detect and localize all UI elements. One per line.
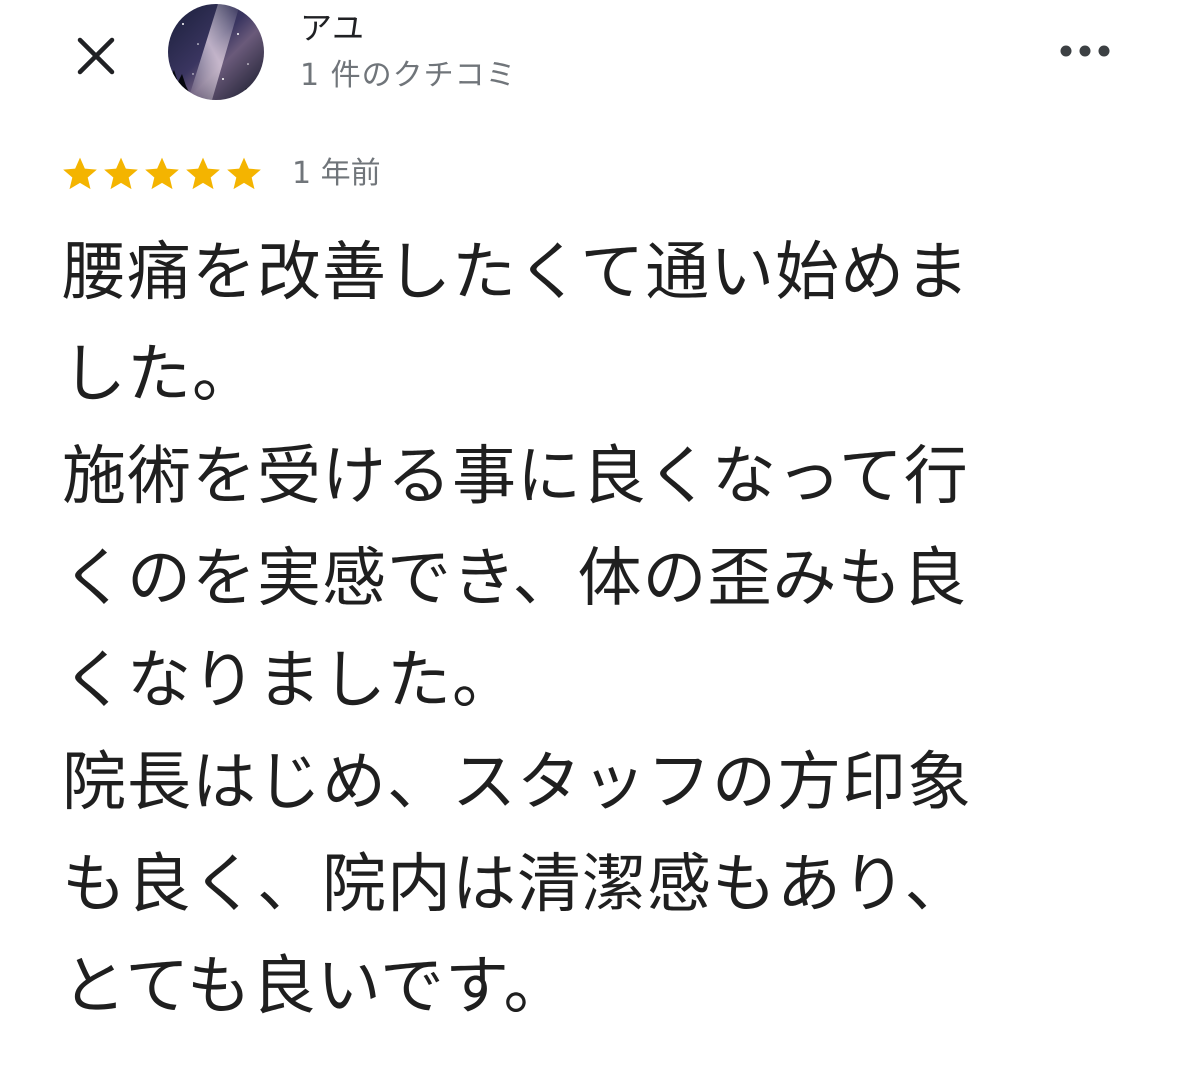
close-button[interactable]	[62, 22, 130, 90]
review-text-line: とても良いです。	[62, 950, 569, 1024]
review-text-line: した。	[62, 338, 257, 412]
star-icon	[63, 157, 97, 190]
avatar[interactable]	[168, 4, 264, 100]
more-horizontal-icon	[1060, 45, 1110, 57]
star-icon	[227, 157, 261, 190]
more-options-button[interactable]	[1050, 26, 1120, 76]
review-text-line: 院長はじめ、スタッフの方印象	[62, 746, 972, 820]
review-text-line: 腰痛を改善したくて通い始めま	[62, 236, 971, 310]
starry-night-avatar	[168, 4, 264, 100]
review-text-line: くなりました。	[62, 644, 517, 718]
star-icon	[186, 157, 220, 190]
review-text-line: 施術を受ける事に良くなって行	[62, 440, 969, 514]
review-date: 1 年前	[292, 156, 381, 191]
star-rating	[60, 152, 264, 196]
review-text-line: も良く、院内は清潔感もあり、	[62, 848, 970, 922]
review-count: 1 件のクチコミ	[300, 58, 517, 93]
review-text: 腰痛を改善したくて通い始めま した。施術を受ける事に良くなって行 くのを実感でき、体…	[62, 222, 1122, 1038]
user-name[interactable]: アユ	[300, 8, 364, 48]
review-text-line: くのを実感でき、体の歪みも良	[62, 542, 968, 616]
close-icon	[77, 37, 115, 75]
star-icon	[145, 157, 179, 190]
star-icon	[104, 157, 138, 190]
